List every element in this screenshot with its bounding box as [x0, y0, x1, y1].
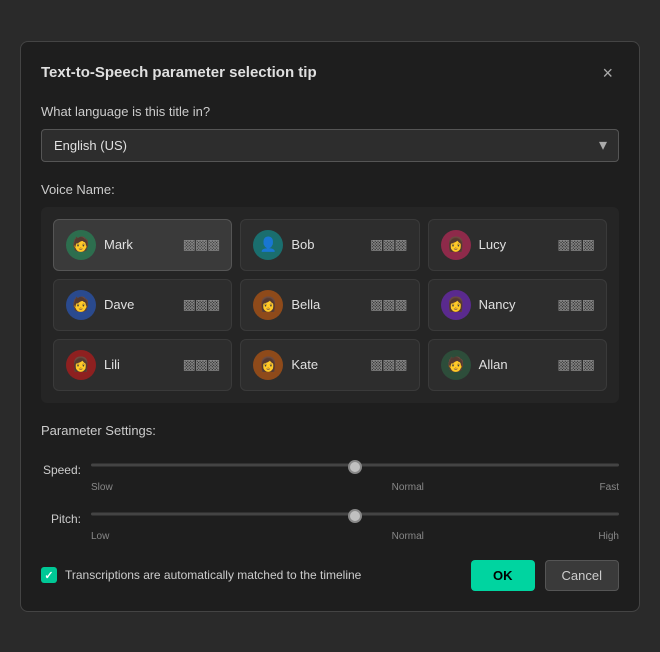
voice-card-dave[interactable]: 🧑 Dave ▩▩▩ — [53, 279, 232, 331]
ok-button[interactable]: OK — [471, 560, 535, 591]
speed-slider[interactable] — [91, 465, 619, 469]
voice-name-mark: Mark — [104, 237, 133, 252]
voice-card-left: 👩 Nancy — [441, 290, 516, 320]
voice-avatar-allan: 🧑 — [441, 350, 471, 380]
params-section: Parameter Settings: Speed: Slow Normal F… — [41, 423, 619, 542]
wave-icon-dave: ▩▩▩ — [183, 296, 220, 313]
voice-card-bob[interactable]: 👤 Bob ▩▩▩ — [240, 219, 419, 271]
wave-icon-bella: ▩▩▩ — [370, 296, 407, 313]
speed-label: Speed: — [41, 463, 81, 477]
voice-name-lucy: Lucy — [479, 237, 506, 252]
voice-card-left: 👤 Bob — [253, 230, 314, 260]
voice-avatar-lucy: 👩 — [441, 230, 471, 260]
checkbox-label: Transcriptions are automatically matched… — [65, 568, 361, 582]
voice-avatar-kate: 👩 — [253, 350, 283, 380]
speed-label-fast: Fast — [600, 482, 619, 493]
voice-card-nancy[interactable]: 👩 Nancy ▩▩▩ — [428, 279, 607, 331]
voice-name-nancy: Nancy — [479, 297, 516, 312]
voice-section: Voice Name: 🧑 Mark ▩▩▩ 👤 Bob ▩▩▩ 👩 Lucy ▩▩▩ 🧑 Dave… — [41, 182, 619, 403]
voice-card-left: 👩 Lili — [66, 350, 120, 380]
pitch-labels: Low Normal High — [91, 531, 619, 542]
pitch-label: Pitch: — [41, 512, 81, 526]
pitch-range-wrapper — [91, 497, 619, 531]
wave-icon-nancy: ▩▩▩ — [557, 296, 594, 313]
wave-icon-lili: ▩▩▩ — [183, 356, 220, 373]
pitch-label-high: High — [598, 531, 619, 542]
voice-section-label: Voice Name: — [41, 182, 619, 197]
voice-card-bella[interactable]: 👩 Bella ▩▩▩ — [240, 279, 419, 331]
params-label: Parameter Settings: — [41, 423, 619, 438]
close-button[interactable]: × — [596, 62, 619, 84]
voice-card-left: 🧑 Dave — [66, 290, 134, 320]
dialog-header: Text-to-Speech parameter selection tip × — [41, 62, 619, 84]
voice-avatar-bella: 👩 — [253, 290, 283, 320]
speed-label-normal: Normal — [392, 482, 424, 493]
voice-avatar-nancy: 👩 — [441, 290, 471, 320]
wave-icon-bob: ▩▩▩ — [370, 236, 407, 253]
speed-row: Speed: Slow Normal Fast — [41, 448, 619, 493]
tts-dialog: Text-to-Speech parameter selection tip ×… — [20, 41, 640, 612]
checkmark-icon: ✓ — [44, 569, 53, 582]
voice-name-lili: Lili — [104, 357, 120, 372]
wave-icon-lucy: ▩▩▩ — [557, 236, 594, 253]
voice-grid: 🧑 Mark ▩▩▩ 👤 Bob ▩▩▩ 👩 Lucy ▩▩▩ 🧑 Dave ▩▩▩ 👩 Bella ▩▩▩… — [53, 219, 607, 391]
cancel-button[interactable]: Cancel — [545, 560, 619, 591]
dialog-title: Text-to-Speech parameter selection tip — [41, 64, 317, 81]
voice-card-left: 👩 Lucy — [441, 230, 506, 260]
voice-name-kate: Kate — [291, 357, 318, 372]
pitch-slider[interactable] — [91, 514, 619, 518]
voice-name-bella: Bella — [291, 297, 320, 312]
voice-card-allan[interactable]: 🧑 Allan ▩▩▩ — [428, 339, 607, 391]
voice-avatar-bob: 👤 — [253, 230, 283, 260]
voice-avatar-mark: 🧑 — [66, 230, 96, 260]
voice-card-left: 👩 Bella — [253, 290, 320, 320]
voice-avatar-lili: 👩 — [66, 350, 96, 380]
wave-icon-mark: ▩▩▩ — [183, 236, 220, 253]
wave-icon-kate: ▩▩▩ — [370, 356, 407, 373]
voice-grid-container: 🧑 Mark ▩▩▩ 👤 Bob ▩▩▩ 👩 Lucy ▩▩▩ 🧑 Dave ▩▩▩ 👩 Bella ▩▩▩… — [41, 207, 619, 403]
language-select-wrapper: English (US) English (UK) Spanish French… — [41, 129, 619, 162]
language-select[interactable]: English (US) English (UK) Spanish French… — [41, 129, 619, 162]
voice-card-left: 👩 Kate — [253, 350, 318, 380]
voice-card-left: 🧑 Allan — [441, 350, 508, 380]
speed-labels: Slow Normal Fast — [91, 482, 619, 493]
voice-name-allan: Allan — [479, 357, 508, 372]
voice-card-mark[interactable]: 🧑 Mark ▩▩▩ — [53, 219, 232, 271]
speed-range-wrapper — [91, 448, 619, 482]
language-question: What language is this title in? — [41, 104, 619, 119]
pitch-label-low: Low — [91, 531, 109, 542]
voice-card-lucy[interactable]: 👩 Lucy ▩▩▩ — [428, 219, 607, 271]
auto-match-checkbox[interactable]: ✓ — [41, 567, 57, 583]
voice-card-lili[interactable]: 👩 Lili ▩▩▩ — [53, 339, 232, 391]
pitch-row: Pitch: Low Normal High — [41, 497, 619, 542]
speed-label-slow: Slow — [91, 482, 113, 493]
voice-card-kate[interactable]: 👩 Kate ▩▩▩ — [240, 339, 419, 391]
checkbox-row: ✓ Transcriptions are automatically match… — [41, 567, 361, 583]
voice-name-dave: Dave — [104, 297, 134, 312]
button-row: OK Cancel — [471, 560, 619, 591]
voice-card-left: 🧑 Mark — [66, 230, 133, 260]
pitch-label-normal: Normal — [392, 531, 424, 542]
speed-slider-container: Slow Normal Fast — [91, 448, 619, 493]
footer: ✓ Transcriptions are automatically match… — [41, 560, 619, 591]
pitch-slider-container: Low Normal High — [91, 497, 619, 542]
voice-name-bob: Bob — [291, 237, 314, 252]
voice-avatar-dave: 🧑 — [66, 290, 96, 320]
language-section: What language is this title in? English … — [41, 104, 619, 162]
wave-icon-allan: ▩▩▩ — [557, 356, 594, 373]
